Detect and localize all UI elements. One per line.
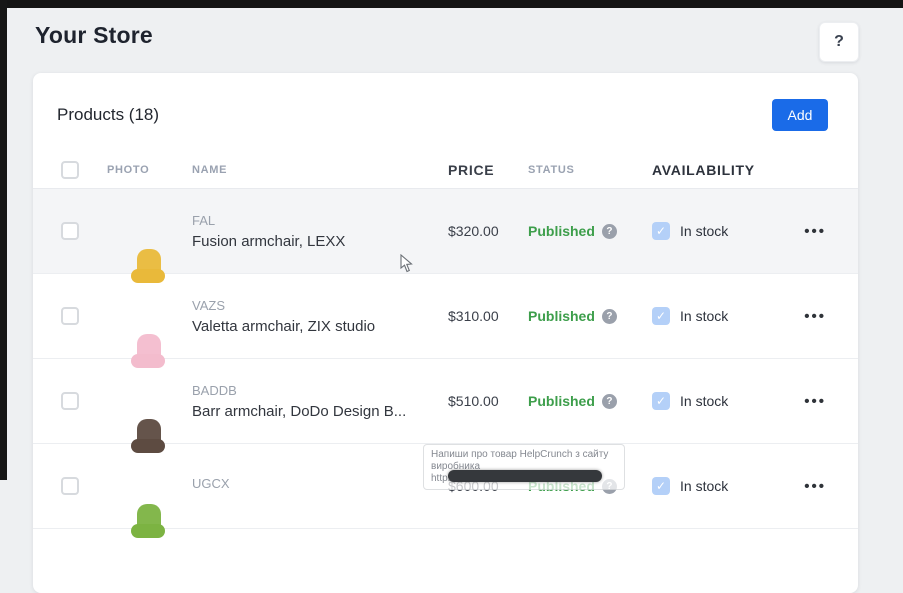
row-checkbox[interactable] (61, 392, 79, 410)
letterbox-left-edge (0, 0, 7, 480)
product-sku: FAL (192, 213, 448, 228)
table-row[interactable]: VAZS Valetta armchair, ZIX studio $310.0… (33, 274, 858, 359)
letterbox-top-edge (0, 0, 903, 8)
status-help-icon[interactable]: ? (602, 309, 617, 324)
status-badge: Published (528, 223, 595, 239)
status-help-icon[interactable]: ? (602, 394, 617, 409)
row-menu-button[interactable]: ••• (804, 223, 838, 240)
availability-label: In stock (680, 223, 728, 239)
in-stock-checkbox[interactable]: ✓ (652, 392, 670, 410)
products-heading: Products (18) (57, 105, 159, 125)
in-stock-checkbox[interactable]: ✓ (652, 307, 670, 325)
availability-label: In stock (680, 478, 728, 494)
select-all-checkbox[interactable] (61, 161, 79, 179)
products-card: Products (18) Add PHOTO NAME PRICE STATU… (33, 73, 858, 593)
row-menu-button[interactable]: ••• (804, 393, 838, 410)
product-price: $310.00 (448, 308, 528, 324)
product-sku: VAZS (192, 298, 448, 313)
page-header: Your Store ? (7, 8, 903, 62)
column-header-name: NAME (192, 164, 448, 176)
faded-tooltip: Напиши про товар HelpCrunch з сайту виро… (423, 444, 625, 490)
row-checkbox[interactable] (61, 222, 79, 240)
row-menu-button[interactable]: ••• (804, 308, 838, 325)
in-stock-checkbox[interactable]: ✓ (652, 222, 670, 240)
table-row[interactable]: FAL Fusion armchair, LEXX $320.00 Publis… (33, 189, 858, 274)
availability-label: In stock (680, 308, 728, 324)
status-badge: Published (528, 393, 595, 409)
mouse-cursor (400, 254, 413, 273)
product-name: Fusion armchair, LEXX (192, 233, 448, 250)
row-checkbox[interactable] (61, 307, 79, 325)
column-header-price: PRICE (448, 162, 528, 178)
products-card-header: Products (18) Add (33, 73, 858, 151)
product-price: $320.00 (448, 223, 528, 239)
video-scrubber-bar[interactable] (448, 470, 602, 482)
column-header-photo: PHOTO (107, 164, 192, 176)
table-header-row: PHOTO NAME PRICE STATUS AVAILABILITY (33, 151, 858, 189)
table-row[interactable]: BADDB Barr armchair, DoDo Design B... $5… (33, 359, 858, 444)
column-header-status: STATUS (528, 164, 652, 176)
add-product-button[interactable]: Add (772, 99, 828, 131)
product-sku: BADDB (192, 383, 448, 398)
store-admin-page: Your Store ? Products (18) Add PHOTO NAM… (7, 8, 903, 480)
availability-label: In stock (680, 393, 728, 409)
status-help-icon[interactable]: ? (602, 224, 617, 239)
status-badge: Published (528, 308, 595, 324)
product-sku: UGCX (192, 476, 448, 491)
page-title: Your Store (35, 22, 153, 49)
product-name: Valetta armchair, ZIX studio (192, 318, 448, 335)
product-name: Barr armchair, DoDo Design B... (192, 403, 448, 420)
row-menu-button[interactable]: ••• (804, 478, 838, 495)
help-button[interactable]: ? (819, 22, 859, 62)
product-price: $510.00 (448, 393, 528, 409)
column-header-availability: AVAILABILITY (652, 162, 783, 178)
